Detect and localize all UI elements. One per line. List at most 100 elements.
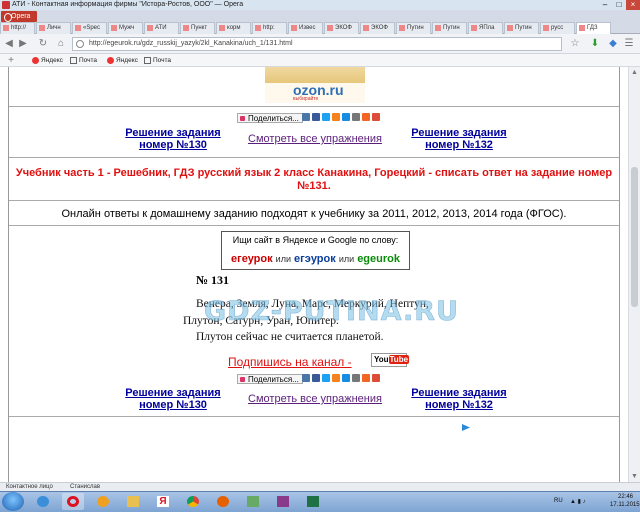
yandex-browser-taskbar-icon[interactable]: Я (152, 493, 174, 510)
clock-time: 22:46 (618, 494, 634, 500)
opera-taskbar-icon[interactable] (62, 493, 84, 510)
bookmark-yandex[interactable]: Яндекс (32, 55, 63, 66)
opera-menu-button[interactable]: Opera (1, 11, 37, 22)
download-icon[interactable]: ⬇ (588, 37, 602, 51)
tab-favicon-icon (39, 25, 45, 31)
subscribe-link[interactable]: Подпишись на канал - (228, 355, 352, 369)
odnoklassniki-icon[interactable] (332, 374, 340, 382)
twitter-icon[interactable] (322, 113, 330, 121)
language-indicator[interactable]: RU (554, 498, 563, 504)
divider (9, 106, 619, 107)
tab-label: Путин (515, 25, 532, 31)
tab-label: корм (227, 25, 241, 31)
facebook-icon[interactable] (312, 374, 320, 382)
next-solution-link[interactable]: Решение задания номер №132 (404, 127, 514, 151)
browser-tab[interactable]: Личн (36, 22, 71, 34)
chrome-taskbar-icon[interactable] (182, 493, 204, 510)
browser-tab[interactable]: АТИ (144, 22, 179, 34)
address-field[interactable]: http://egeurok.ru/gdz_russkij_yazyk/2kl_… (72, 37, 562, 51)
tab-label: Личн (47, 25, 61, 31)
share-button[interactable]: Поделиться... (237, 374, 303, 384)
browser-tab[interactable]: http: (252, 22, 287, 34)
browser-tab[interactable]: Путин (432, 22, 467, 34)
scroll-up-icon[interactable]: ▲ (631, 69, 638, 76)
vertical-scrollbar[interactable]: ▲ ▼ (628, 67, 640, 482)
browser-tab[interactable]: Путин (504, 22, 539, 34)
facebook-icon[interactable] (312, 113, 320, 121)
browser-tab[interactable]: ЯПла (468, 22, 503, 34)
add-bookmark-icon[interactable]: + (4, 54, 18, 67)
prev-solution-link-bottom[interactable]: Решение задания номер №130 (118, 387, 228, 411)
extension-icon[interactable]: ◆ (606, 37, 620, 51)
livejournal-icon[interactable] (352, 113, 360, 121)
task-number: № 131 (196, 273, 230, 287)
all-exercises-link-bottom[interactable]: Смотреть все упражнения (240, 393, 390, 405)
page-title: Учебник часть 1 - Решебник, ГДЗ русский … (15, 167, 613, 192)
folder-taskbar-icon[interactable] (122, 493, 144, 510)
tab-favicon-icon (399, 25, 405, 31)
share-button[interactable]: Поделиться... (237, 113, 303, 123)
maximize-button[interactable]: □ (612, 0, 626, 10)
browser-tab[interactable]: ЭКОФ (360, 22, 395, 34)
media-player-taskbar-icon[interactable] (92, 493, 114, 510)
explorer-taskbar-icon[interactable] (32, 493, 54, 510)
mailru-icon[interactable] (342, 113, 350, 121)
browser-tab[interactable]: Пункт (180, 22, 215, 34)
browser-tab[interactable]: http:// (0, 22, 35, 34)
start-button[interactable] (2, 492, 24, 511)
browser-tab[interactable]: русс (540, 22, 575, 34)
home-icon[interactable]: ⌂ (54, 37, 68, 51)
prev-solution-link[interactable]: Решение задания номер №130 (118, 127, 228, 151)
reload-icon[interactable]: ↻ (36, 37, 50, 51)
minimize-button[interactable]: – (598, 0, 612, 10)
browser-tab[interactable]: Мужч (108, 22, 143, 34)
divider (9, 416, 619, 417)
url-text: http://egeurok.ru/gdz_russkij_yazyk/2kl_… (89, 40, 293, 47)
app-taskbar-icon[interactable] (242, 493, 264, 510)
twitter-icon[interactable] (322, 374, 330, 382)
close-button[interactable]: × (626, 0, 640, 10)
vk-icon[interactable] (302, 374, 310, 382)
all-exercises-link[interactable]: Смотреть все упражнения (240, 133, 390, 145)
forward-icon[interactable]: ▶ (16, 37, 30, 51)
vk-icon[interactable] (302, 113, 310, 121)
browser-tab[interactable]: корм (216, 22, 251, 34)
tab-label: ГДЗ (587, 25, 598, 31)
browser-tab[interactable]: «Spec (72, 22, 107, 34)
tab-favicon-icon (75, 25, 81, 31)
back-icon[interactable]: ◀ (2, 37, 16, 51)
mail-icon (70, 57, 77, 64)
bookmark-icon[interactable]: ☆ (568, 37, 582, 51)
excel-taskbar-icon[interactable] (302, 493, 324, 510)
youtube-logo[interactable]: YouTube (371, 353, 410, 367)
googleplus-icon[interactable] (372, 374, 380, 382)
browser-tab[interactable]: ГДЗ (576, 22, 611, 34)
yandex-icon (32, 57, 39, 64)
tab-label: Путин (407, 25, 424, 31)
tab-favicon-icon (111, 25, 117, 31)
search-hint-label: Ищи сайт в Яндексе и Google по слову: (232, 235, 399, 245)
clock-date: 17.11.2015 (610, 502, 640, 508)
browser-tab[interactable]: Извес (288, 22, 323, 34)
menu-icon[interactable]: ☰ (622, 37, 636, 51)
livejournal-icon[interactable] (352, 374, 360, 382)
tab-label: Мужч (119, 25, 135, 31)
tab-label: Пункт (191, 25, 208, 31)
googleplus-icon[interactable] (372, 113, 380, 121)
bookmark-mail[interactable]: Почта (70, 55, 97, 66)
blogger-icon[interactable] (362, 374, 370, 382)
next-solution-link-bottom[interactable]: Решение задания номер №132 (404, 387, 514, 411)
tab-favicon-icon (183, 25, 189, 31)
scroll-down-icon[interactable]: ▼ (631, 473, 638, 480)
bookmark-yandex-2[interactable]: Яндекс (107, 55, 138, 66)
bookmark-mail-2[interactable]: Почта (144, 55, 171, 66)
browser-tab[interactable]: ЭКОФ (324, 22, 359, 34)
scroll-thumb[interactable] (631, 167, 638, 307)
tab-favicon-icon (435, 25, 441, 31)
blogger-icon[interactable] (362, 113, 370, 121)
odnoklassniki-icon[interactable] (332, 113, 340, 121)
browser-tab[interactable]: Путин (396, 22, 431, 34)
mailru-icon[interactable] (342, 374, 350, 382)
firefox-taskbar-icon[interactable] (212, 493, 234, 510)
app-taskbar-icon-2[interactable] (272, 493, 294, 510)
